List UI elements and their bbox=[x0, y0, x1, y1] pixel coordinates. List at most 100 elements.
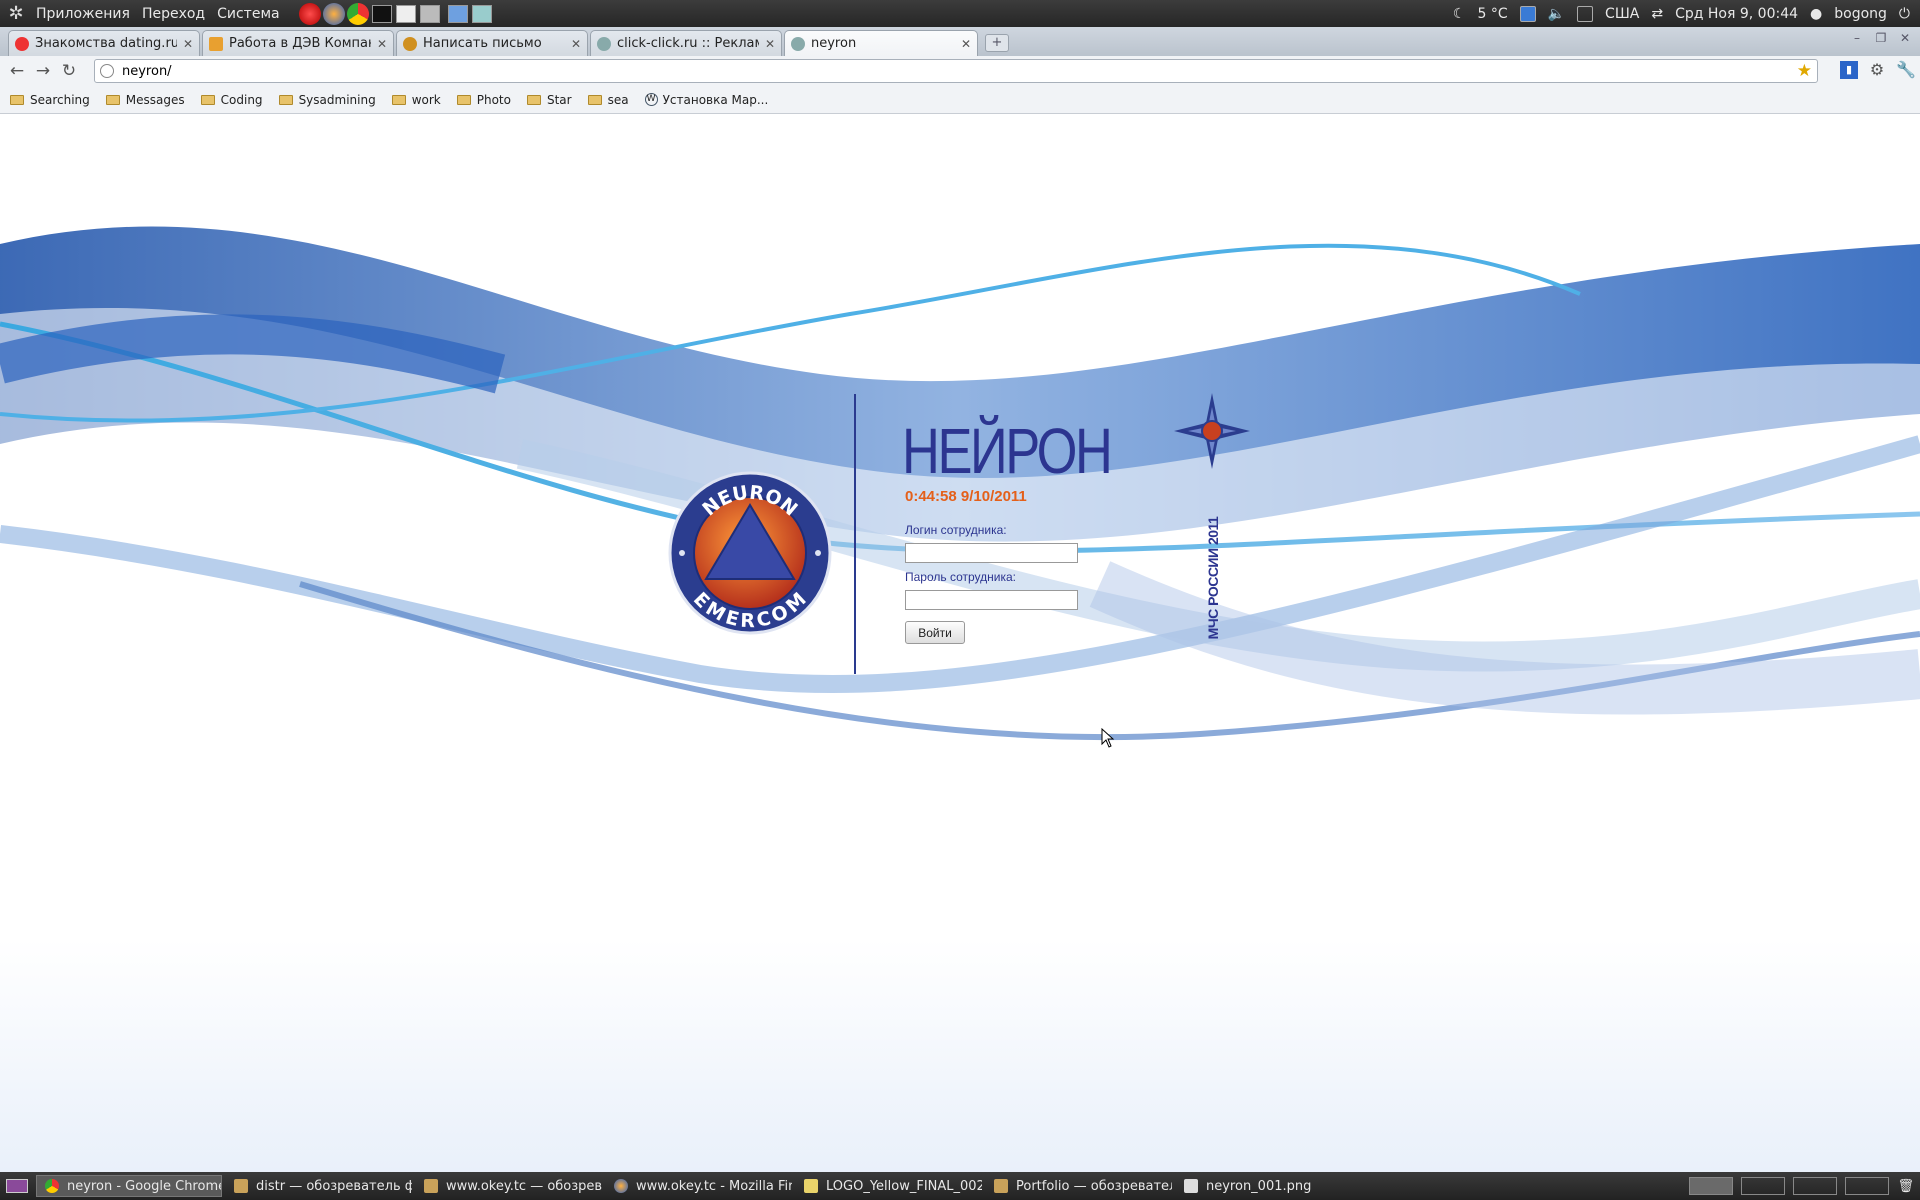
task-okey-folder[interactable]: www.okey.tc — обозрев... bbox=[416, 1175, 602, 1197]
show-desktop-icon[interactable] bbox=[6, 1179, 28, 1193]
workspace-3[interactable] bbox=[1793, 1177, 1838, 1195]
workspace-4[interactable] bbox=[1845, 1177, 1890, 1195]
mail-icon bbox=[403, 36, 417, 51]
vertical-divider bbox=[854, 394, 856, 674]
text-editor-launcher-icon[interactable] bbox=[395, 4, 416, 23]
forward-icon[interactable]: → bbox=[30, 61, 56, 81]
job-icon bbox=[209, 36, 223, 51]
bookmark-label: Searching bbox=[30, 92, 90, 107]
task-label: neyron_001.png bbox=[1206, 1178, 1312, 1194]
cube-launcher-icon[interactable] bbox=[471, 4, 492, 23]
close-icon[interactable]: ✕ bbox=[183, 37, 193, 51]
emercom-caption: МЧС РОССИИ 2011 bbox=[1205, 516, 1221, 640]
task-distr-folder[interactable]: distr — обозреватель ф... bbox=[226, 1175, 412, 1197]
bookmark-label: Sysadmining bbox=[298, 92, 376, 107]
gear-icon[interactable]: ⚙ bbox=[1868, 61, 1886, 79]
network-icon[interactable]: ⇄ bbox=[1651, 6, 1663, 22]
power-icon[interactable]: ⏻ bbox=[1899, 6, 1910, 22]
folder-icon bbox=[278, 94, 293, 105]
folder-icon bbox=[10, 94, 24, 105]
reload-icon[interactable]: ↻ bbox=[56, 61, 82, 81]
user-status-icon[interactable]: ● bbox=[1810, 6, 1822, 22]
login-input[interactable] bbox=[905, 543, 1078, 563]
task-label: Portfolio — обозревател... bbox=[1016, 1178, 1172, 1194]
folder-icon bbox=[456, 94, 471, 105]
bookmark-searching[interactable]: Searching bbox=[10, 93, 90, 107]
url-input[interactable] bbox=[120, 62, 1797, 80]
close-icon[interactable]: ✕ bbox=[961, 37, 971, 51]
new-tab-button[interactable]: + bbox=[985, 34, 1009, 52]
back-icon[interactable]: ← bbox=[4, 61, 30, 81]
bookmark-photo[interactable]: Photo bbox=[456, 93, 511, 107]
globe-icon bbox=[100, 64, 114, 78]
weather-moon-icon[interactable]: ☾ bbox=[1453, 6, 1466, 22]
close-icon[interactable]: ✕ bbox=[765, 37, 775, 51]
task-neyron-image[interactable]: neyron_001.png bbox=[1176, 1175, 1362, 1197]
login-button[interactable]: Войти bbox=[905, 621, 965, 644]
stats-extension-icon[interactable]: ▮ bbox=[1840, 61, 1858, 79]
tab-neyron[interactable]: neyron ✕ bbox=[784, 30, 978, 56]
menu-applications[interactable]: Приложения bbox=[30, 6, 136, 22]
tab-label: Работа в ДЭВ Компани. | bbox=[229, 36, 371, 51]
document-icon bbox=[804, 1179, 818, 1193]
wrench-icon[interactable]: 🔧 bbox=[1896, 61, 1916, 79]
menu-system[interactable]: Система bbox=[211, 6, 285, 22]
terminal-launcher-icon[interactable] bbox=[371, 4, 392, 23]
workspace-1[interactable] bbox=[1689, 1177, 1734, 1195]
bookmark-star[interactable]: Star bbox=[526, 93, 572, 107]
page-content: NEURON EMERCOM НЕЙРОН 0:44:58 9/10/2011 … bbox=[0, 114, 1920, 1172]
browser-toolbar: ← → ↻ ★ ▮ ⚙ 🔧 bbox=[0, 56, 1920, 86]
tab-mail[interactable]: Написать письмо ✕ bbox=[396, 30, 588, 56]
trash-icon[interactable]: 🗑 bbox=[1897, 1179, 1914, 1194]
user-name[interactable]: bogong bbox=[1834, 6, 1887, 22]
tab-job[interactable]: Работа в ДЭВ Компани. | ✕ bbox=[202, 30, 394, 56]
workspace-2[interactable] bbox=[1741, 1177, 1786, 1195]
globe-icon bbox=[597, 36, 611, 51]
task-portfolio-folder[interactable]: Portfolio — обозревател... bbox=[986, 1175, 1172, 1197]
bookmark-wordpress[interactable]: W Установка Map... bbox=[644, 93, 768, 107]
folder-icon bbox=[994, 1179, 1008, 1193]
menu-places[interactable]: Переход bbox=[136, 6, 211, 22]
bookmark-messages[interactable]: Messages bbox=[105, 93, 185, 107]
task-label: neyron - Google Chrome bbox=[67, 1178, 222, 1194]
keyboard-layout[interactable]: США bbox=[1605, 6, 1639, 22]
tab-strip: Знакомства dating.ru, сай ✕ Работа в ДЭВ… bbox=[0, 27, 1920, 56]
tab-label: Знакомства dating.ru, сай bbox=[35, 36, 177, 51]
weather-temp[interactable]: 5 °C bbox=[1477, 6, 1507, 22]
task-logo-document[interactable]: LOGO_Yellow_FINAL_002 bbox=[796, 1175, 982, 1197]
clock[interactable]: Срд Ноя 9, 00:44 bbox=[1675, 6, 1798, 22]
tab-label: neyron bbox=[811, 36, 857, 51]
volume-icon[interactable]: 🔈 bbox=[1548, 6, 1565, 22]
bookmark-work[interactable]: work bbox=[391, 92, 441, 107]
task-okey-firefox[interactable]: www.okey.tc - Mozilla Fir... bbox=[606, 1175, 792, 1197]
taskbar: neyron - Google Chrome distr — обозреват… bbox=[0, 1172, 1920, 1200]
minimize-icon[interactable]: – bbox=[1848, 31, 1866, 45]
bookmark-sea[interactable]: sea bbox=[587, 92, 629, 107]
network-monitor-icon[interactable] bbox=[1519, 5, 1536, 22]
calculator-launcher-icon[interactable] bbox=[419, 4, 440, 23]
folder-icon bbox=[234, 1179, 248, 1193]
restore-icon[interactable]: ❐ bbox=[1872, 31, 1890, 45]
password-input[interactable] bbox=[905, 590, 1078, 610]
bookmark-label: work bbox=[411, 92, 441, 107]
bookmark-coding[interactable]: Coding bbox=[200, 93, 263, 107]
close-icon[interactable]: ✕ bbox=[571, 37, 581, 51]
bookmarks-bar: Searching Messages Coding Sysadmining wo… bbox=[0, 86, 1920, 114]
close-window-icon[interactable]: ✕ bbox=[1896, 31, 1914, 45]
chrome-launcher-icon[interactable] bbox=[346, 2, 369, 25]
tab-dating[interactable]: Знакомства dating.ru, сай ✕ bbox=[8, 30, 200, 56]
virtualbox-launcher-icon[interactable] bbox=[447, 4, 468, 23]
firefox-launcher-icon[interactable] bbox=[322, 2, 345, 25]
close-icon[interactable]: ✕ bbox=[377, 37, 387, 51]
address-bar[interactable]: ★ bbox=[94, 59, 1818, 83]
task-label: distr — обозреватель ф... bbox=[256, 1178, 412, 1194]
mail-tray-icon[interactable] bbox=[1577, 5, 1594, 22]
bookmark-label: sea bbox=[607, 92, 629, 107]
task-neyron-chrome[interactable]: neyron - Google Chrome bbox=[36, 1175, 222, 1197]
opera-launcher-icon[interactable] bbox=[298, 2, 321, 25]
ubuntu-logo-icon[interactable]: ✲ bbox=[6, 3, 26, 24]
bookmark-star-icon[interactable]: ★ bbox=[1797, 61, 1812, 81]
folder-icon bbox=[424, 1179, 438, 1193]
bookmark-sysadmining[interactable]: Sysadmining bbox=[278, 92, 376, 107]
tab-click-click[interactable]: click-click.ru :: Реклама в р ✕ bbox=[590, 30, 782, 56]
